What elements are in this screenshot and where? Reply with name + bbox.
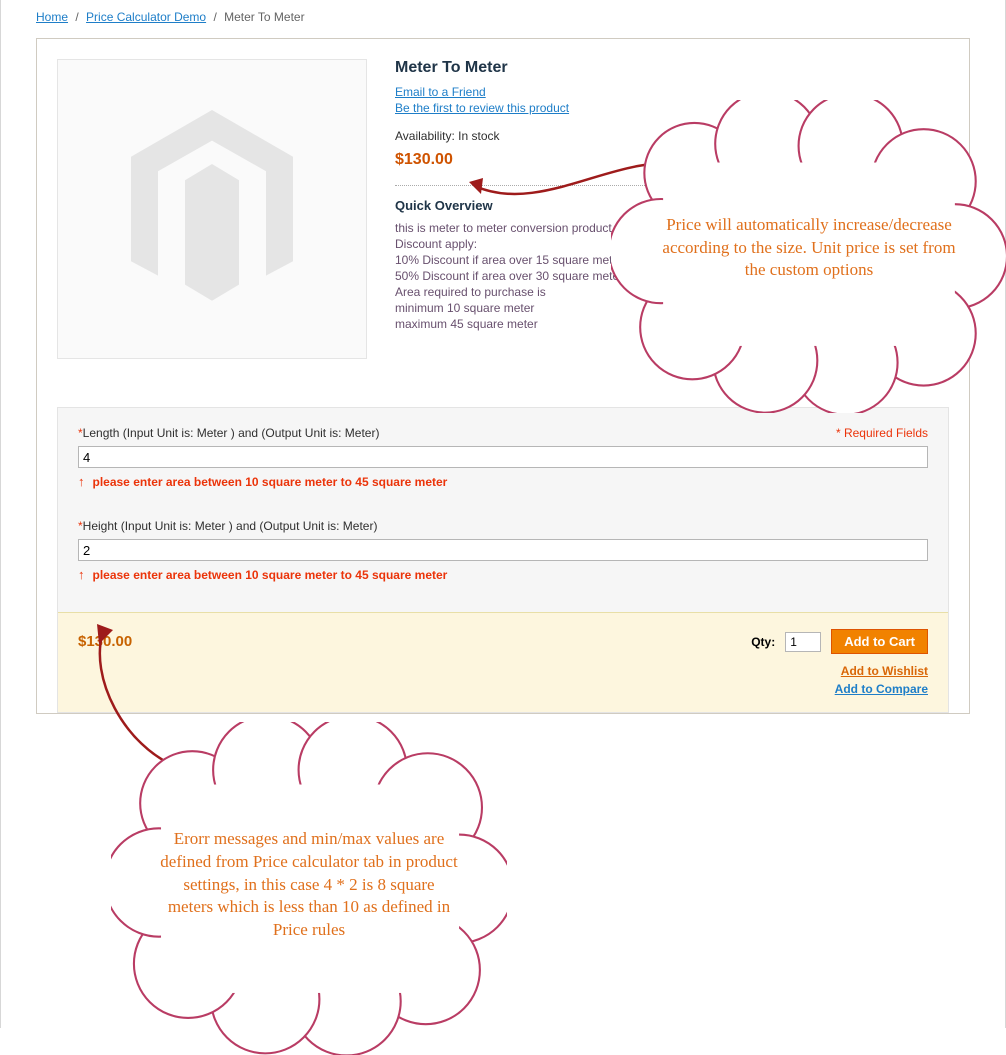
breadcrumb: Home / Price Calculator Demo / Meter To … <box>1 0 1005 38</box>
breadcrumb-sep: / <box>209 10 220 24</box>
height-label: *Height (Input Unit is: Meter ) and (Out… <box>78 519 377 533</box>
product-title: Meter To Meter <box>395 59 949 77</box>
length-label: *Length (Input Unit is: Meter ) and (Out… <box>78 426 379 440</box>
annotation-text: Erorr messages and min/max values are de… <box>159 828 459 943</box>
breadcrumb-sep: / <box>71 10 82 24</box>
height-error-message: please enter area between 10 square mete… <box>93 568 448 582</box>
availability-label: Availability: <box>395 129 455 143</box>
annotation-callout-error: Erorr messages and min/max values are de… <box>129 740 489 1030</box>
qty-input[interactable] <box>785 632 821 652</box>
annotation-arrow-icon <box>83 616 213 776</box>
product-image-placeholder <box>57 59 367 359</box>
length-input[interactable] <box>78 446 928 468</box>
overview-line: Discount apply: <box>395 237 949 251</box>
email-friend-link[interactable]: Email to a Friend <box>395 85 486 99</box>
annotation-arrow-icon <box>461 156 691 226</box>
availability: Availability: In stock <box>395 129 949 143</box>
quick-overview-body: this is meter to meter conversion produc… <box>395 221 949 331</box>
overview-line: 10% Discount if area over 15 square mete… <box>395 253 949 267</box>
magento-logo-icon <box>122 109 302 309</box>
overview-line: minimum 10 square meter <box>395 301 949 315</box>
first-review-link[interactable]: Be the first to review this product <box>395 101 569 115</box>
length-error-message: please enter area between 10 square mete… <box>93 475 448 489</box>
qty-label: Qty: <box>751 635 775 649</box>
overview-line: Area required to purchase is <box>395 285 949 299</box>
height-input[interactable] <box>78 539 928 561</box>
breadcrumb-category[interactable]: Price Calculator Demo <box>86 10 206 24</box>
overview-line: maximum 45 square meter <box>395 317 949 331</box>
required-fields-note: * Required Fields <box>836 426 928 440</box>
breadcrumb-current: Meter To Meter <box>224 10 304 24</box>
breadcrumb-home[interactable]: Home <box>36 10 68 24</box>
availability-value: In stock <box>458 129 499 143</box>
overview-line: 50% Discount if area over 30 square mete… <box>395 269 949 283</box>
add-to-cart-button[interactable]: Add to Cart <box>831 629 928 654</box>
error-arrow-icon: ↑ <box>78 567 85 582</box>
error-arrow-icon: ↑ <box>78 474 85 489</box>
